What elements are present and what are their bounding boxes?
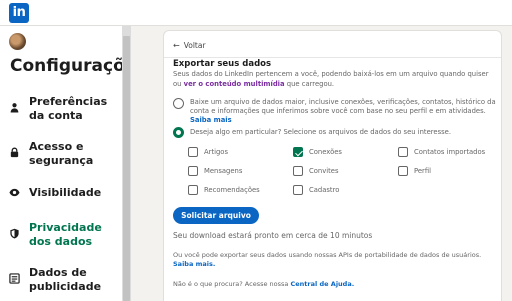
checkbox-label: Conexões bbox=[309, 148, 342, 156]
sidebar-item-visibility[interactable]: Visibilidade bbox=[0, 186, 122, 202]
request-archive-button[interactable]: Solicitar arquivo bbox=[173, 207, 259, 224]
sidebar-item-account-preferences[interactable]: Preferências da conta bbox=[0, 94, 122, 124]
checkbox-invitations[interactable] bbox=[293, 166, 303, 176]
sidebar-item-label: Visibilidade bbox=[29, 186, 102, 199]
linkedin-logo-icon[interactable]: in bbox=[9, 3, 29, 23]
sidebar-item-data-privacy[interactable]: Privacidade dos dados bbox=[0, 220, 122, 250]
back-link[interactable]: ← Voltar bbox=[173, 41, 206, 50]
option-large-label: Baixe um arquivo de dados maior, inclusi… bbox=[190, 98, 496, 115]
checkbox-label: Perfil bbox=[414, 167, 432, 175]
api-text: Ou você pode exportar seus dados usando … bbox=[173, 251, 482, 259]
help-info-text: Não é o que procura? Acesse nossa Centra… bbox=[173, 280, 354, 288]
page-title: Exportar seus dados bbox=[173, 59, 272, 69]
sidebar-item-label: Privacidade dos dados bbox=[29, 221, 102, 248]
section-description: Seus dados do LinkedIn pertencem a você,… bbox=[173, 70, 498, 89]
settings-sidebar: Configurações Preferências da conta Aces… bbox=[0, 26, 131, 301]
sidebar-item-label: Preferências da conta bbox=[29, 95, 108, 122]
description-text-end: que carregou. bbox=[284, 79, 335, 88]
person-icon bbox=[10, 103, 19, 113]
checkbox-label: Contatos importados bbox=[414, 148, 486, 156]
option-large-archive-text: Baixe um arquivo de dados maior, inclusi… bbox=[190, 98, 500, 125]
checkbox-messages[interactable] bbox=[188, 166, 198, 176]
lock-icon bbox=[10, 147, 19, 158]
back-arrow-icon: ← bbox=[173, 41, 180, 50]
sidebar-item-access-security[interactable]: Acesso e segurança bbox=[0, 139, 122, 169]
sidebar-item-advertising-data[interactable]: Dados de publicidade bbox=[0, 265, 122, 295]
top-bar: in bbox=[0, 0, 512, 26]
checkbox-profile[interactable] bbox=[398, 166, 408, 176]
avatar[interactable] bbox=[9, 33, 26, 50]
checkbox-label: Recomendações bbox=[204, 186, 260, 194]
checkbox-registration[interactable] bbox=[293, 185, 303, 195]
sidebar-title: Configurações bbox=[10, 56, 131, 76]
newspaper-icon bbox=[9, 273, 20, 284]
sidebar-item-label: Dados de publicidade bbox=[29, 266, 102, 293]
download-ready-text: Seu download estará pronto em cerca de 1… bbox=[173, 231, 373, 240]
scrollbar-thumb[interactable] bbox=[123, 36, 130, 301]
checkbox-label: Convites bbox=[309, 167, 339, 175]
api-learn-more-link[interactable]: Saiba mais. bbox=[173, 260, 215, 268]
checkbox-recommendations[interactable] bbox=[188, 185, 198, 195]
checkbox-label: Cadastro bbox=[309, 186, 340, 194]
api-info-text: Ou você pode exportar seus dados usando … bbox=[173, 251, 498, 269]
sidebar-item-label: Acesso e segurança bbox=[29, 140, 94, 167]
back-label: Voltar bbox=[183, 41, 206, 50]
checkbox-imported-contacts[interactable] bbox=[398, 147, 408, 157]
checkbox-label: Mensagens bbox=[204, 167, 243, 175]
help-text: Não é o que procura? Acesse nossa bbox=[173, 280, 291, 288]
checkbox-label: Artigos bbox=[204, 148, 229, 156]
sidebar-scrollbar[interactable] bbox=[122, 26, 131, 301]
option-specific-label: Deseja algo em particular? Selecione os … bbox=[190, 128, 452, 136]
checkbox-connections[interactable] bbox=[293, 147, 303, 157]
export-data-card: ← Voltar Exportar seus dados Seus dados d… bbox=[163, 30, 502, 301]
help-center-link[interactable]: Central de Ajuda. bbox=[290, 280, 354, 288]
learn-more-link[interactable]: Saiba mais bbox=[190, 116, 232, 124]
radio-specific-files[interactable] bbox=[173, 127, 184, 138]
eye-icon bbox=[9, 188, 20, 197]
checkbox-articles[interactable] bbox=[188, 147, 198, 157]
media-content-link[interactable]: ver o conteúdo multimídia bbox=[184, 80, 285, 88]
radio-large-archive[interactable] bbox=[173, 98, 184, 109]
shield-icon bbox=[10, 228, 19, 239]
divider bbox=[164, 57, 501, 58]
